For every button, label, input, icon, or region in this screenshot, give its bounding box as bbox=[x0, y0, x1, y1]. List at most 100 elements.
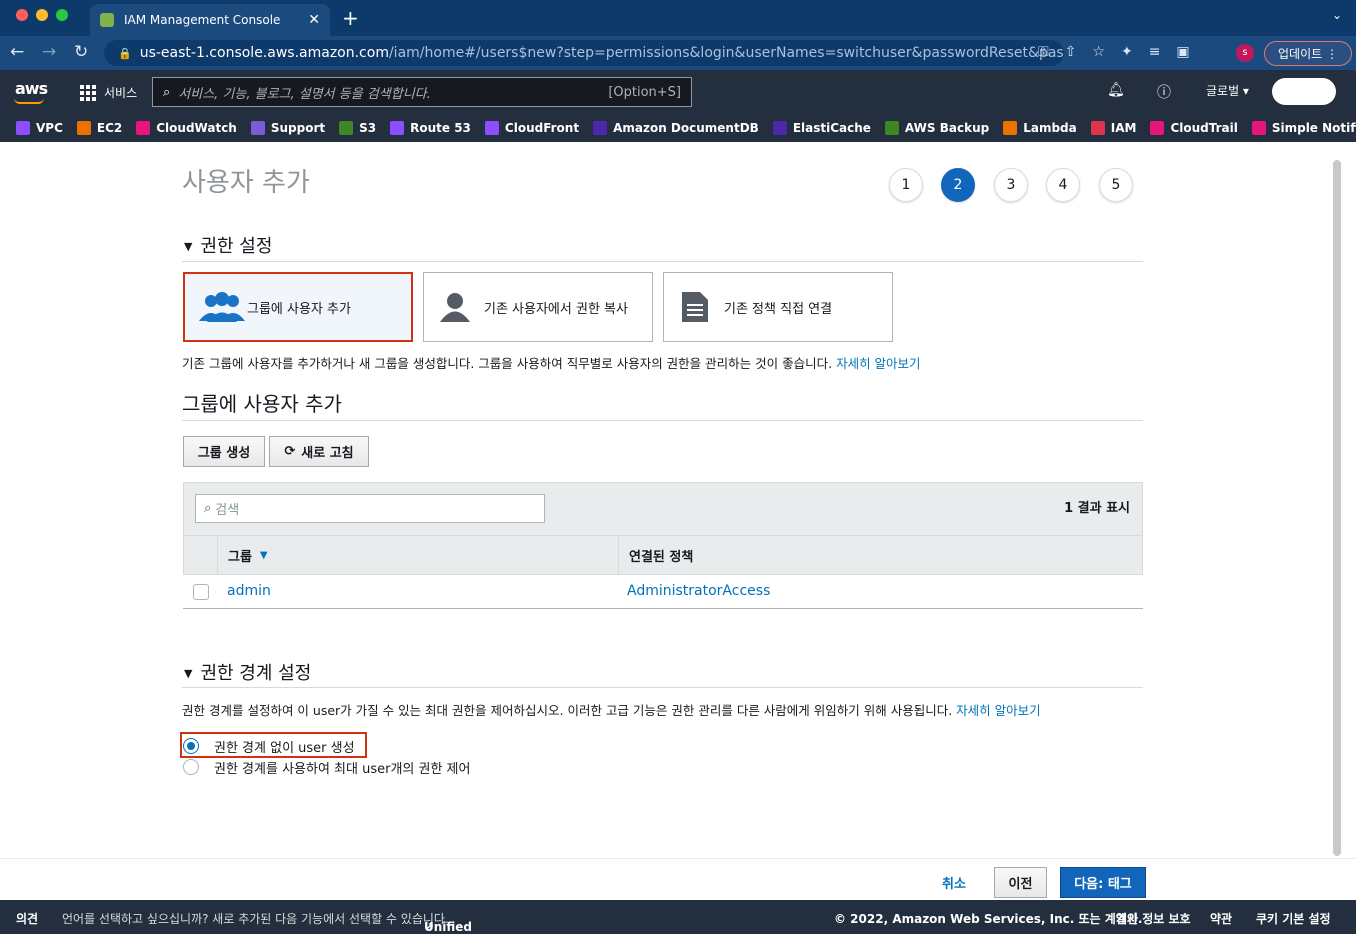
create-group-button[interactable]: 그룹 생성 bbox=[183, 436, 265, 467]
bookmark-item[interactable]: Support bbox=[250, 121, 325, 135]
services-grid-icon[interactable] bbox=[80, 85, 96, 101]
help-icon[interactable]: ⓘ bbox=[1157, 82, 1171, 102]
column-header-policy[interactable]: 연결된 정책 bbox=[619, 535, 1143, 575]
bookmark-item[interactable]: Route 53 bbox=[390, 121, 471, 135]
close-window-button[interactable] bbox=[16, 9, 28, 21]
url-path: /iam/home#/users$new?step=permissions&lo… bbox=[388, 45, 1064, 61]
service-icon bbox=[484, 121, 499, 135]
bookmark-label: Amazon DocumentDB bbox=[613, 121, 759, 135]
bookmark-item[interactable]: VPC bbox=[16, 121, 63, 135]
bookmark-label: Route 53 bbox=[410, 121, 471, 135]
step-2[interactable]: 2 bbox=[941, 168, 975, 202]
bookmark-label: AWS Backup bbox=[904, 121, 990, 135]
create-group-label: 그룹 생성 bbox=[197, 446, 251, 461]
refresh-button[interactable]: ⟳ 새로 고침 bbox=[269, 436, 369, 467]
option-add-to-group[interactable]: 그룹에 사용자 추가 bbox=[183, 272, 413, 342]
select-column-header bbox=[184, 535, 218, 575]
minimize-window-button[interactable] bbox=[36, 9, 48, 21]
bookmark-item[interactable]: Amazon DocumentDB bbox=[593, 121, 759, 135]
sort-caret-icon: ▼ bbox=[259, 550, 268, 561]
notifications-bell-icon[interactable]: 🔔︎ bbox=[1107, 82, 1125, 98]
new-tab-button[interactable]: + bbox=[342, 6, 359, 30]
window-controls bbox=[16, 9, 68, 21]
tab-title: IAM Management Console bbox=[124, 13, 281, 27]
key-icon[interactable]: ⚿ bbox=[1038, 44, 1049, 60]
page-title: 사용자 추가 bbox=[182, 168, 310, 198]
account-menu[interactable] bbox=[1272, 78, 1336, 105]
back-arrow-icon[interactable]: ← bbox=[10, 42, 24, 62]
col-group-label: 그룹 bbox=[228, 550, 252, 565]
console-search-input[interactable]: ⌕ 서비스, 기능, 블로그, 설명서 등을 검색합니다. [Option+S] bbox=[152, 77, 692, 107]
option-copy-permissions[interactable]: 기존 사용자에서 권한 복사 bbox=[423, 272, 653, 342]
perm-section-header[interactable]: ▼ 권한 설정 bbox=[184, 232, 272, 258]
share-icon[interactable]: ⇧ bbox=[1065, 44, 1077, 60]
radio-use-boundary[interactable] bbox=[183, 759, 199, 775]
previous-button[interactable]: 이전 bbox=[994, 867, 1047, 898]
search-shortcut-hint: [Option+S] bbox=[608, 84, 681, 100]
extensions-icon[interactable]: ✦ bbox=[1121, 44, 1133, 60]
group-link[interactable]: admin bbox=[227, 583, 271, 599]
bookmark-item[interactable]: EC2 bbox=[76, 121, 122, 135]
row-checkbox[interactable] bbox=[193, 584, 209, 600]
profile-avatar[interactable]: s bbox=[1236, 44, 1254, 62]
bookmark-item[interactable]: ElastiCache bbox=[772, 121, 871, 135]
cookie-preferences-link[interactable]: 쿠키 기본 설정 bbox=[1256, 910, 1331, 927]
step-1[interactable]: 1 bbox=[889, 168, 923, 202]
step-3[interactable]: 3 bbox=[994, 168, 1028, 202]
radio-no-boundary-label[interactable]: 권한 경계 없이 user 생성 bbox=[214, 737, 355, 756]
aws-logo[interactable]: aws bbox=[15, 79, 48, 98]
option-attach-policies[interactable]: 기존 정책 직접 연결 bbox=[663, 272, 893, 342]
service-icon bbox=[1150, 121, 1165, 135]
star-icon[interactable]: ☆ bbox=[1092, 44, 1105, 60]
caret-down-icon: ▼ bbox=[184, 240, 193, 253]
tab-list-chevron-icon[interactable]: ⌄ bbox=[1332, 8, 1342, 22]
step-4[interactable]: 4 bbox=[1046, 168, 1080, 202]
terms-link[interactable]: 약관 bbox=[1210, 910, 1232, 927]
update-button[interactable]: 업데이트 ⋮ bbox=[1264, 41, 1352, 66]
divider bbox=[182, 420, 1143, 421]
forward-arrow-icon[interactable]: → bbox=[42, 42, 56, 62]
bookmark-label: S3 bbox=[359, 121, 377, 135]
radio-use-boundary-label[interactable]: 권한 경계를 사용하여 최대 user개의 권한 제어 bbox=[214, 758, 470, 777]
bookmark-item[interactable]: CloudWatch bbox=[136, 121, 237, 135]
reading-list-icon[interactable]: ≡ bbox=[1149, 44, 1161, 60]
maximize-window-button[interactable] bbox=[56, 9, 68, 21]
reload-icon[interactable]: ↻ bbox=[74, 42, 88, 62]
table-search-input[interactable]: ⌕ 검색 bbox=[195, 494, 545, 523]
browser-tab[interactable]: IAM Management Console ✕ bbox=[90, 4, 330, 36]
privacy-link[interactable]: 개인 정보 보호 bbox=[1116, 910, 1191, 927]
sidebar-icon[interactable]: ▣ bbox=[1176, 44, 1189, 60]
close-tab-icon[interactable]: ✕ bbox=[308, 12, 320, 28]
service-icon bbox=[136, 121, 151, 135]
column-header-group[interactable]: 그룹 ▼ bbox=[218, 535, 619, 575]
caret-down-icon: ▼ bbox=[184, 667, 193, 680]
cancel-button[interactable]: 취소 bbox=[930, 867, 978, 898]
user-icon bbox=[440, 293, 470, 322]
scrollbar[interactable] bbox=[1333, 160, 1341, 856]
bookmark-item[interactable]: Lambda bbox=[1003, 121, 1077, 135]
boundary-learn-more-link[interactable]: 자세히 알아보기 bbox=[956, 703, 1040, 718]
policy-link[interactable]: AdministratorAccess bbox=[627, 583, 770, 599]
bookmark-item[interactable]: IAM bbox=[1090, 121, 1136, 135]
refresh-icon: ⟳ bbox=[284, 444, 296, 459]
bookmark-item[interactable]: CloudFront bbox=[484, 121, 579, 135]
document-icon bbox=[682, 292, 708, 322]
bookmark-item[interactable]: Simple Notification Ser bbox=[1251, 121, 1356, 135]
bookmark-item[interactable]: S3 bbox=[339, 121, 376, 135]
learn-more-link[interactable]: 자세히 알아보기 bbox=[836, 356, 920, 371]
boundary-section-header[interactable]: ▼ 권한 경계 설정 bbox=[184, 659, 311, 685]
external-link-icon: ↗ bbox=[424, 920, 435, 934]
bookmark-item[interactable]: AWS Backup bbox=[884, 121, 990, 135]
services-menu[interactable]: 서비스 bbox=[104, 84, 137, 101]
console-footer: 의견 언어를 선택하고 싶으십니까? 새로 추가된 다음 기능에서 선택할 수 … bbox=[0, 900, 1356, 948]
feedback-link[interactable]: 의견 bbox=[16, 910, 38, 927]
bookmark-item[interactable]: CloudTrail bbox=[1150, 121, 1238, 135]
wizard-actions: 취소 이전 다음: 태그 bbox=[0, 858, 1356, 900]
radio-no-boundary[interactable] bbox=[183, 738, 199, 754]
step-5[interactable]: 5 bbox=[1099, 168, 1133, 202]
next-button[interactable]: 다음: 태그 bbox=[1060, 867, 1146, 898]
favorites-bar: VPC EC2 CloudWatch Support S3 Route 53 CloudFr… bbox=[0, 114, 1356, 142]
address-bar[interactable]: 🔒 us-east-1.console.aws.amazon.com/iam/h… bbox=[104, 40, 1064, 66]
region-selector[interactable]: 글로벌 ▾ bbox=[1206, 82, 1249, 99]
url-host: us-east-1.console.aws.amazon.com bbox=[139, 45, 389, 61]
